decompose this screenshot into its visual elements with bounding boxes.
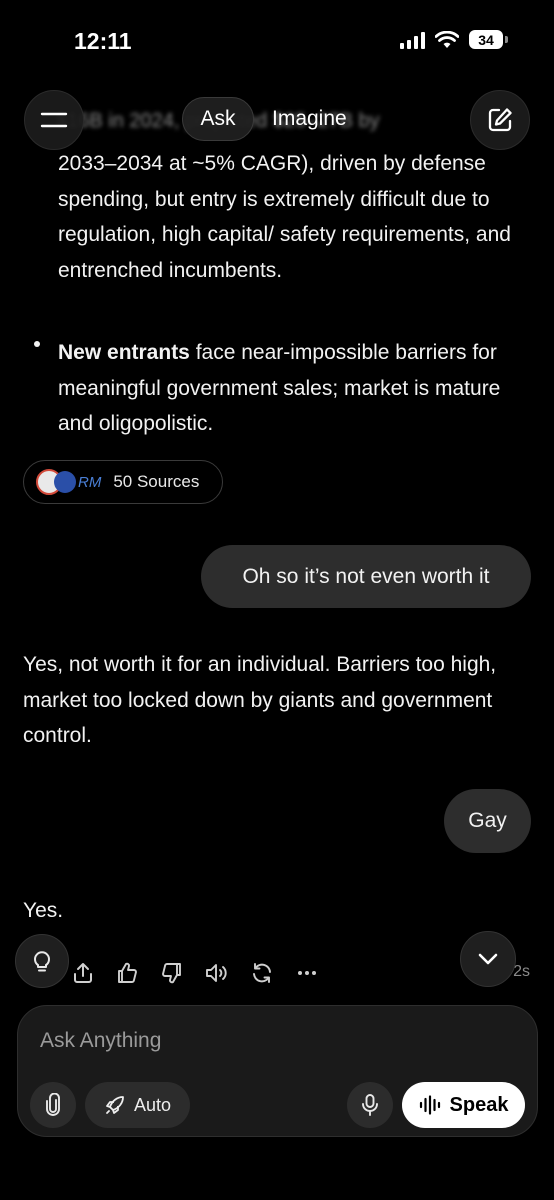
speak-button[interactable]: Speak (402, 1082, 525, 1128)
tab-ask[interactable]: Ask (182, 97, 254, 141)
regenerate-button[interactable] (249, 960, 275, 986)
battery-level: 34 (469, 30, 503, 49)
menu-button[interactable] (24, 90, 84, 150)
waveform-icon (419, 1095, 440, 1115)
thumbs-up-button[interactable] (114, 960, 140, 986)
more-icon (298, 971, 316, 975)
assistant-bullet-item: New entrants face near-impossible barrie… (58, 335, 538, 442)
composer: Auto Speak (17, 1005, 538, 1137)
message-action-row: Fast · 2s (22, 958, 532, 992)
share-button[interactable] (70, 960, 96, 986)
bullet-bold-text: New entrants (58, 341, 190, 364)
tab-imagine[interactable]: Imagine (272, 107, 347, 131)
auto-label: Auto (133, 1094, 172, 1115)
regenerate-icon (253, 963, 271, 983)
more-button[interactable] (294, 960, 320, 986)
status-time: 12:11 (74, 28, 132, 54)
new-chat-button[interactable] (470, 90, 530, 150)
scrolled-text-fragment: $16B in 2024, projected $25–27B by (56, 110, 380, 132)
mode-auto-button[interactable]: Auto (85, 1082, 190, 1128)
thumbs-down-button[interactable] (159, 960, 185, 986)
menu-icon (40, 112, 68, 128)
assistant-message: Yes. (23, 899, 64, 922)
thumbs-up-icon (118, 962, 137, 983)
assistant-message: Yes, not worth it for an individual. Bar… (23, 653, 497, 747)
microphone-icon (362, 1094, 378, 1116)
attach-button[interactable] (30, 1082, 76, 1128)
sources-button[interactable]: RM 50 Sources (23, 460, 223, 504)
ask-input[interactable] (40, 1026, 440, 1056)
user-message: Gay (444, 789, 531, 853)
edit-icon (488, 108, 512, 132)
bullet-dot (34, 341, 40, 347)
chevron-down-icon (478, 953, 498, 965)
share-icon (74, 963, 92, 983)
rocket-icon (106, 1096, 124, 1114)
scroll-to-bottom-button[interactable] (460, 931, 516, 987)
battery-icon: 34 (469, 30, 508, 49)
user-message: Oh so it’s not even worth it (201, 545, 531, 608)
source-logo-icon (54, 471, 76, 493)
speak-label: Speak (449, 1093, 509, 1116)
lightbulb-icon (34, 951, 50, 972)
status-bar: 12:11 34 (0, 0, 554, 80)
assistant-message-partial: 2033–2034 at ~5% CAGR), driven by defens… (58, 152, 511, 282)
wifi-icon (435, 30, 459, 48)
suggestions-button[interactable] (15, 934, 69, 988)
microphone-button[interactable] (347, 1082, 393, 1128)
speaker-icon (206, 964, 227, 982)
read-aloud-button[interactable] (204, 960, 230, 986)
signal-icon (400, 31, 425, 49)
source-logo-text: RM (78, 473, 102, 491)
sources-label: 50 Sources (113, 472, 200, 491)
status-icons: 34 (400, 30, 508, 49)
thumbs-down-icon (162, 963, 181, 984)
paperclip-icon (46, 1093, 60, 1116)
